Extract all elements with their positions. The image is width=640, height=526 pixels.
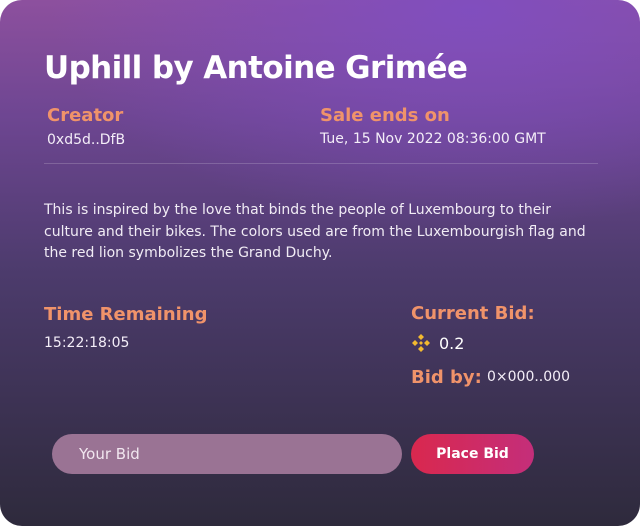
creator-label: Creator — [47, 105, 124, 126]
nft-description: This is inspired by the love that binds … — [44, 202, 586, 261]
sale-ends-date: Tue, 15 Nov 2022 08:36:00 GMT — [320, 131, 546, 147]
time-remaining-value: 15:22:18:05 — [44, 335, 130, 351]
bid-input[interactable] — [52, 434, 402, 474]
time-remaining-label: Time Remaining — [44, 304, 208, 325]
nft-title: Uphill by Antoine Grimée — [44, 50, 468, 86]
current-bid-amount: 0.2 — [439, 333, 465, 353]
current-bid-label: Current Bid: — [411, 303, 535, 324]
current-bid-amount-row: 0.2 — [411, 333, 464, 353]
bid-by-address[interactable]: 0×000..000 — [487, 369, 570, 385]
bnb-icon — [412, 334, 430, 352]
divider — [44, 163, 598, 164]
sale-ends-label: Sale ends on — [320, 105, 450, 126]
auction-card: Uphill by Antoine Grimée Creator 0xd5d..… — [0, 0, 640, 526]
creator-address[interactable]: 0xd5d..DfB — [47, 132, 125, 148]
place-bid-button[interactable]: Place Bid — [411, 434, 534, 474]
bid-by-label: Bid by: — [411, 367, 482, 388]
